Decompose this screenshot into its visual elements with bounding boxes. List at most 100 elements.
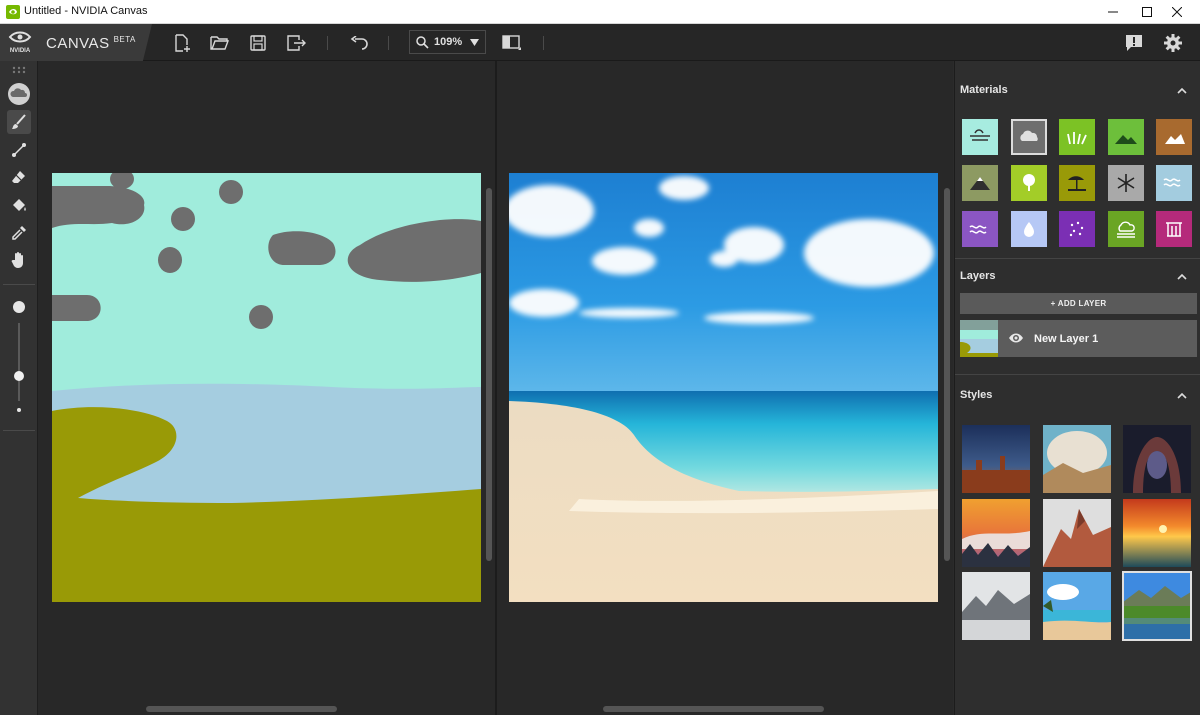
material-fog[interactable] xyxy=(1107,211,1144,247)
toolbar-separator xyxy=(388,36,389,50)
export-button[interactable] xyxy=(285,31,309,55)
style-thumbnail[interactable] xyxy=(1043,572,1111,640)
nvidia-logo-text: NVIDIA xyxy=(10,48,31,54)
generated-output-image xyxy=(509,173,938,602)
brand-badge: BETA xyxy=(113,35,136,44)
undo-icon xyxy=(350,36,368,50)
material-tree[interactable] xyxy=(1010,165,1047,201)
material-flower[interactable] xyxy=(1059,211,1095,247)
settings-button[interactable] xyxy=(1161,31,1185,55)
brand-name: CANVAS BETA xyxy=(46,35,136,52)
style-thumbnail[interactable] xyxy=(1043,499,1111,567)
style-thumbnail[interactable] xyxy=(1043,425,1111,493)
material-grass[interactable] xyxy=(1059,119,1095,155)
brush-size-large-dot xyxy=(13,301,25,313)
new-file-button[interactable] xyxy=(170,31,194,55)
feedback-button[interactable] xyxy=(1122,31,1146,55)
eyedropper-tool[interactable] xyxy=(7,221,31,245)
material-river[interactable] xyxy=(962,211,998,247)
gear-icon xyxy=(1164,34,1182,52)
nvidia-app-icon xyxy=(6,5,20,19)
chevron-up-icon[interactable] xyxy=(1176,85,1188,97)
left-vertical-scrollbar[interactable] xyxy=(486,188,492,561)
maximize-icon xyxy=(1142,7,1152,17)
drop-icon xyxy=(1023,222,1034,237)
eraser-tool[interactable] xyxy=(7,165,31,189)
layer-thumbnail xyxy=(960,320,998,357)
zoom-dropdown[interactable]: 109% xyxy=(409,30,486,54)
style-thumbnail-selected[interactable] xyxy=(1122,571,1192,641)
line-tool[interactable] xyxy=(7,138,31,162)
style-thumbnail[interactable] xyxy=(962,572,1030,640)
fog-icon xyxy=(1116,221,1135,238)
style-thumbnail[interactable] xyxy=(1123,499,1191,567)
layer-name: New Layer 1 xyxy=(1034,333,1099,345)
style-thumbnail[interactable] xyxy=(1123,425,1191,493)
toolbar-separator xyxy=(327,36,328,50)
toolbar-separator xyxy=(543,36,544,50)
style-thumbnail[interactable] xyxy=(962,499,1030,567)
material-cloud[interactable] xyxy=(1010,119,1047,155)
material-dirt[interactable] xyxy=(1156,119,1192,155)
brush-icon xyxy=(12,114,26,129)
water-icon xyxy=(1163,178,1181,187)
chevron-up-icon[interactable] xyxy=(1176,271,1188,283)
material-mountain[interactable] xyxy=(962,165,998,201)
brush-size-slider[interactable] xyxy=(7,297,31,417)
grass-icon xyxy=(1067,132,1087,145)
tree-icon xyxy=(1022,174,1035,191)
tool-separator xyxy=(3,430,35,431)
undo-button[interactable] xyxy=(347,31,371,55)
right-horizontal-scrollbar[interactable] xyxy=(603,706,824,712)
close-icon xyxy=(1172,7,1182,17)
material-snow[interactable] xyxy=(1107,165,1144,201)
brush-tool[interactable] xyxy=(7,110,31,134)
save-button[interactable] xyxy=(246,31,270,55)
hand-icon xyxy=(11,252,23,268)
styles-title: Styles xyxy=(960,389,993,401)
add-layer-button[interactable]: + ADD LAYER xyxy=(960,293,1197,314)
brand-name-text: CANVAS xyxy=(46,35,110,52)
slider-handle[interactable] xyxy=(14,371,24,381)
minimize-icon xyxy=(1108,11,1118,13)
grip-icon[interactable] xyxy=(12,66,26,74)
line-icon xyxy=(12,143,26,157)
pan-tool[interactable] xyxy=(7,248,31,272)
brush-size-small-dot xyxy=(17,408,21,412)
section-divider xyxy=(955,374,1200,375)
hill-icon xyxy=(1114,135,1137,144)
material-drop[interactable] xyxy=(1010,211,1047,247)
right-vertical-scrollbar[interactable] xyxy=(944,188,950,561)
chevron-up-icon[interactable] xyxy=(1176,390,1188,402)
cloud-icon xyxy=(1019,130,1038,141)
view-mode-button[interactable] xyxy=(500,31,524,55)
layers-title: Layers xyxy=(960,270,996,282)
open-button[interactable] xyxy=(208,31,232,55)
eye-icon[interactable] xyxy=(1008,331,1024,345)
open-folder-icon xyxy=(210,36,230,50)
material-sea[interactable] xyxy=(962,119,998,155)
close-button[interactable] xyxy=(1154,0,1200,24)
left-horizontal-scrollbar[interactable] xyxy=(146,706,337,712)
material-sand[interactable] xyxy=(1059,165,1095,201)
nvidia-logo: NVIDIA xyxy=(8,31,32,54)
material-water[interactable] xyxy=(1156,165,1192,201)
slider-track xyxy=(18,323,20,401)
layer-item[interactable]: New Layer 1 xyxy=(960,320,1197,357)
material-building[interactable] xyxy=(1156,211,1192,247)
fill-tool[interactable] xyxy=(7,193,31,217)
segmentation-canvas[interactable] xyxy=(52,173,481,602)
style-thumbnail[interactable] xyxy=(962,425,1030,493)
zoom-value: 109% xyxy=(434,36,463,48)
river-icon xyxy=(969,225,987,234)
search-icon xyxy=(416,35,429,49)
feedback-icon xyxy=(1126,35,1142,51)
current-material-tool[interactable] xyxy=(7,82,31,106)
eyedropper-icon xyxy=(12,226,26,240)
paint-bucket-icon xyxy=(13,199,26,211)
export-icon xyxy=(287,35,306,51)
materials-title: Materials xyxy=(960,84,1008,96)
brand-area: NVIDIA CANVAS BETA xyxy=(0,24,152,61)
save-icon xyxy=(250,35,266,51)
material-hill[interactable] xyxy=(1107,119,1144,155)
